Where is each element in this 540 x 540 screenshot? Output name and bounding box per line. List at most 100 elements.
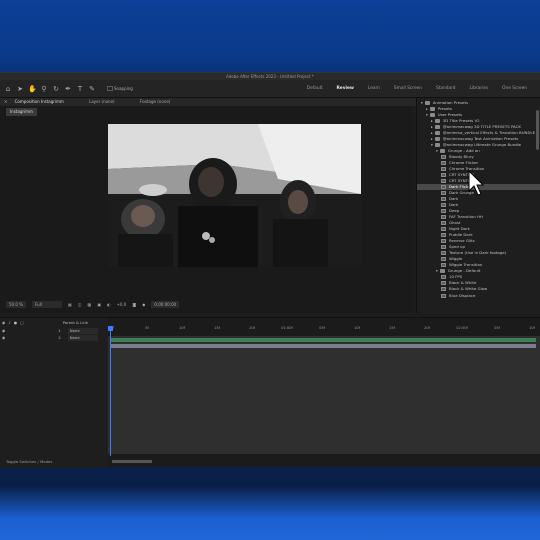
timeline-tracks[interactable]	[108, 336, 540, 454]
viewer-controls: 50.0 % Full ▦ ◫ ▩ ▣ ◐ +0.0 ◙ ◆ 0:00:00:0…	[0, 300, 412, 309]
preset-icon	[441, 257, 446, 262]
ruler-tick-label: 05f	[319, 326, 325, 330]
hand-tool-icon[interactable]: ✋	[28, 85, 37, 93]
grid-icon[interactable]: ▦	[68, 302, 72, 307]
mask-icon[interactable]: ◫	[78, 302, 82, 307]
preset-icon	[441, 287, 446, 292]
solo-icon[interactable]: ●	[14, 320, 17, 326]
preset-icon	[441, 209, 446, 214]
chevron-down-icon[interactable]: ▾	[421, 100, 423, 106]
parent-dropdown[interactable]: None	[67, 335, 98, 341]
toggle-switches-label[interactable]: Toggle Switches / Modes	[6, 458, 52, 466]
camera-icon[interactable]: ◙	[132, 302, 136, 307]
layer-list: ◉ ♪ ● ▢ Parent & Link ◉ 1 None ◉ 2 None	[0, 318, 108, 468]
region-icon[interactable]: ▣	[97, 302, 101, 307]
layer-bar-2[interactable]	[110, 344, 536, 348]
folder-icon	[434, 125, 440, 130]
preset-icon	[441, 239, 446, 244]
layer-bar-1[interactable]	[110, 338, 536, 342]
audio-icon[interactable]: ♪	[8, 320, 10, 326]
resolution-dropdown[interactable]: Full	[31, 301, 62, 308]
preset-icon	[441, 233, 446, 238]
parent-dropdown[interactable]: None	[67, 328, 98, 334]
folder-icon	[434, 143, 440, 148]
time-ruler[interactable]: 0f5f10f15f20f01:00f05f10f15f20f02:00f05f…	[108, 326, 540, 334]
eye-icon[interactable]: ◉	[2, 335, 5, 341]
close-panel-icon[interactable]: ✕	[4, 99, 7, 104]
folder-icon	[434, 119, 440, 124]
video-frame-image	[108, 124, 361, 267]
preset-icon	[441, 167, 446, 172]
rotate-tool-icon[interactable]: ↻	[52, 85, 60, 93]
folder-icon	[429, 113, 435, 118]
workspace-tab[interactable]: Learn	[361, 80, 387, 98]
snapping-checkbox-icon[interactable]: ☐	[106, 85, 114, 93]
preset-item[interactable]: Blue Displace	[417, 293, 540, 299]
ruler-tick-label: 10f	[179, 326, 185, 330]
color-icon[interactable]: ◐	[107, 302, 111, 307]
transparency-grid-icon[interactable]: ▩	[88, 302, 92, 307]
preset-icon	[441, 197, 446, 202]
effects-presets-panel: ▾ Animation Presets ▸ Presets ▾ User Presets ▸…	[416, 98, 540, 313]
chevron-down-icon[interactable]: ▾	[436, 148, 438, 154]
folder-icon	[424, 101, 430, 105]
preset-icon	[441, 185, 446, 190]
composition-viewer[interactable]	[108, 124, 361, 267]
ruler-tick-label: 01:00f	[281, 326, 293, 330]
ruler-tick-label: 15f	[389, 326, 395, 330]
pen-tool-icon[interactable]: ✒	[64, 85, 72, 93]
footage-tab[interactable]: Footage (none)	[140, 99, 170, 104]
ruler-tick-label: 15f	[214, 326, 220, 330]
workspace-tab[interactable]: Libraries	[463, 80, 496, 98]
preset-icon	[441, 281, 446, 286]
folder-icon	[439, 149, 445, 154]
eye-icon[interactable]: ◉	[2, 320, 5, 326]
ruler-tick-label: 10f	[529, 326, 535, 330]
timeline-panel: ◉ ♪ ● ▢ Parent & Link ◉ 1 None ◉ 2 None …	[0, 317, 540, 468]
preset-icon	[441, 191, 446, 196]
comp-name-chip[interactable]: Instagrimm	[6, 108, 37, 116]
layer-row[interactable]: ◉ 1 None	[0, 328, 108, 334]
preset-icon	[441, 161, 446, 166]
workspace-tab[interactable]: Small Screen	[387, 80, 429, 98]
exposure-value[interactable]: +0.0	[117, 302, 127, 307]
ruler-tick-label: 05f	[494, 326, 500, 330]
lock-icon[interactable]: ▢	[20, 320, 24, 326]
channel-icon[interactable]: ◆	[142, 302, 145, 307]
brush-tool-icon[interactable]: ✎	[88, 85, 96, 93]
zoom-dropdown[interactable]: 50.0 %	[6, 301, 26, 308]
chevron-down-icon[interactable]: ▾	[436, 268, 438, 274]
tools-toolbar: ⌂ ➤ ✋ ⚲ ↻ ✒ T ✎ ☐ Snapping Default Review…	[0, 80, 540, 98]
timeline-status-bar: Toggle Switches / Modes	[0, 458, 540, 466]
preset-icon	[441, 251, 446, 256]
workspace-tab[interactable]: Default	[300, 80, 330, 98]
composition-tab[interactable]: Composition Instagrimm	[15, 99, 64, 104]
preset-label: Blue Displace	[449, 292, 476, 298]
effects-tree: ▾ Animation Presets ▸ Presets ▾ User Presets ▸…	[417, 98, 540, 299]
ruler-tick-label: 5f	[145, 326, 149, 330]
layer-row[interactable]: ◉ 2 None	[0, 335, 108, 341]
effects-scrollbar[interactable]	[536, 110, 539, 150]
zoom-tool-icon[interactable]: ⚲	[40, 85, 48, 93]
workspace-tab[interactable]: Review	[330, 80, 361, 98]
text-tool-icon[interactable]: T	[76, 85, 84, 93]
layer-number: 1	[58, 328, 61, 333]
chevron-down-icon[interactable]: ▾	[426, 112, 428, 118]
zoom-slider[interactable]	[112, 460, 153, 463]
mouse-pointer-icon	[468, 170, 484, 196]
preset-icon	[441, 179, 446, 184]
preset-icon	[441, 245, 446, 250]
playhead-line[interactable]	[110, 326, 111, 456]
workspace-tab[interactable]: One Screen	[495, 80, 534, 98]
timecode-field[interactable]: 0:00:00:00	[151, 301, 180, 308]
home-icon[interactable]: ⌂	[4, 85, 12, 93]
eye-icon[interactable]: ◉	[2, 328, 5, 334]
workspace-tab[interactable]: Standard	[429, 80, 463, 98]
chevron-down-icon[interactable]: ▾	[431, 142, 433, 148]
selection-tool-icon[interactable]: ➤	[16, 85, 24, 93]
timeline-switches-row: ◉ ♪ ● ▢ Parent & Link	[0, 320, 108, 326]
ruler-tick-label: 20f	[424, 326, 430, 330]
folder-icon	[439, 269, 445, 274]
composition-panel: Instagrimm 50.0 % Full ▦ ◫ ▩ ▣ ◐ +0.0 ◙ …	[0, 106, 412, 313]
layer-tab[interactable]: Layer (none)	[89, 99, 115, 104]
